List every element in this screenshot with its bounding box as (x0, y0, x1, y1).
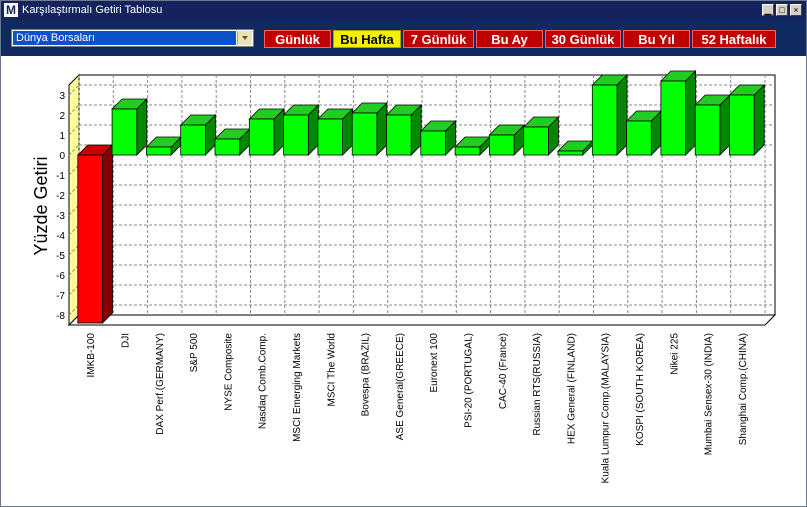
bar-16 (625, 110, 663, 156)
period-this-week-button[interactable]: Bu Hafta (333, 30, 401, 48)
x-tick-label: Nikei 225 (669, 333, 680, 375)
maximize-icon[interactable]: □ (776, 4, 788, 16)
bar-side (102, 144, 113, 324)
x-tick-label: KOSPI (SOUTH KOREA) (635, 333, 646, 446)
app-window: M Karşılaştırmalı Getiri Tablosu ▁ □ × D… (0, 0, 807, 507)
bar-13 (522, 116, 560, 156)
chart-floor (67, 314, 777, 326)
period-7-day-button[interactable]: 7 Günlük (403, 30, 474, 48)
bar-side (616, 74, 628, 156)
y-tick-label: 0 (59, 151, 65, 162)
bar-front (283, 114, 309, 156)
y-tick-label: 1 (59, 131, 65, 142)
period-this-year-button[interactable]: Bu Yıl (623, 30, 690, 48)
bar-17 (659, 70, 697, 156)
bar-front (454, 146, 481, 156)
bar-front (214, 138, 241, 156)
x-tick-label: Russian RTS(RUSSIA) (532, 333, 543, 436)
x-tick-label: IMKB-100 (86, 333, 97, 378)
window-controls: ▁ □ × (762, 4, 802, 16)
bar-18 (694, 94, 731, 156)
y-tick-label: -3 (56, 211, 65, 222)
bar-15 (591, 74, 628, 156)
y-tick-label: -5 (56, 251, 65, 262)
x-tick-label: Mumbai Sensex-30 (INDIA) (704, 333, 715, 455)
market-select-value: Dünya Borsaları (13, 31, 236, 45)
y-tick-label: 3 (59, 91, 65, 102)
bar-front (111, 108, 138, 156)
bar-front (626, 120, 652, 156)
period-tabs: Günlük Bu Hafta 7 Günlük Bu Ay 30 Günlük… (264, 30, 776, 48)
x-tick-label: DAX Perf.(GERMANY) (155, 333, 166, 435)
close-icon[interactable]: × (790, 4, 802, 16)
title-bar: M Karşılaştırmalı Getiri Tablosu ▁ □ × (1, 1, 806, 20)
x-tick-label: CAC-40 (France) (498, 333, 509, 409)
bar-front (386, 114, 412, 156)
bar-6 (282, 104, 320, 156)
x-tick-label: MSCI The World (326, 333, 337, 407)
bar-front (420, 130, 446, 156)
bar-front (489, 134, 515, 156)
bar-9 (385, 104, 423, 156)
bar-front (146, 146, 172, 156)
bar-front (694, 104, 721, 156)
window-title: Karşılaştırmalı Getiri Tablosu (22, 4, 163, 16)
toolbar: Dünya Borsaları Günlük Bu Hafta 7 Günlük… (1, 20, 806, 56)
bar-0 (76, 144, 114, 324)
dropdown-arrow-icon[interactable] (237, 31, 252, 45)
x-tick-label: Kuala Lumpur Comp.(MALAYSIA) (601, 333, 612, 483)
x-tick-label: NYSE Composite (223, 333, 234, 411)
x-tick-label: MSCI Emerging Markets (292, 333, 303, 442)
x-tick-label: HEX General (FINLAND) (566, 333, 577, 444)
y-tick-label: -2 (56, 191, 65, 202)
bar-19 (728, 84, 766, 156)
bar-7 (316, 108, 354, 156)
y-tick-label: -8 (56, 311, 65, 322)
bar-8 (351, 102, 388, 156)
bar-front (729, 94, 755, 156)
y-tick-label: -6 (56, 271, 65, 282)
minimize-icon[interactable]: ▁ (762, 4, 774, 16)
x-tick-label: DJI (120, 333, 131, 348)
bar-front (557, 150, 584, 156)
period-this-month-button[interactable]: Bu Ay (476, 30, 543, 48)
x-tick-label: ASE General(GREECE) (395, 333, 406, 440)
bar-front (523, 126, 549, 156)
bar-12 (488, 124, 526, 156)
bar-5 (248, 108, 285, 156)
bar-1 (111, 98, 148, 156)
bar-side (753, 84, 765, 156)
y-tick-label: -4 (56, 231, 65, 242)
x-tick-label: Bovespa (BRAZIL) (361, 333, 372, 416)
chart-area: 3 2 1 0 -1 -2 -3 -4 -5 -6 -7 -8 IMKB-100 DJI DAX Perf… (1, 56, 806, 506)
period-daily-button[interactable]: Günlük (264, 30, 331, 48)
market-select[interactable]: Dünya Borsaları (11, 29, 254, 47)
bar-front (591, 84, 618, 156)
x-tick-label: Shanghai Comp.(CHINA) (738, 333, 749, 445)
bar-10 (419, 120, 457, 156)
bar-3 (179, 114, 217, 156)
bar-front (660, 80, 686, 156)
y-tick-label: -1 (56, 171, 65, 182)
app-logo-icon: M (4, 3, 18, 17)
bar-front (180, 124, 206, 156)
period-52-week-button[interactable]: 52 Haftalık (692, 30, 776, 48)
return-chart: 3 2 1 0 -1 -2 -3 -4 -5 -6 -7 -8 IMKB-100 DJI DAX Perf… (31, 70, 777, 483)
period-30-day-button[interactable]: 30 Günlük (545, 30, 621, 48)
bar-front (351, 112, 378, 156)
x-tick-label: Nasdaq Comb.Comp. (258, 333, 269, 429)
y-tick-label: 2 (59, 111, 65, 122)
x-tick-label: PSI-20 (PORTUGAL) (463, 333, 474, 428)
bar-front (317, 118, 343, 156)
y-tick-label: -7 (56, 291, 65, 302)
x-tick-label: S&P 500 (189, 333, 200, 373)
y-axis-label: Yüzde Getiri (31, 156, 51, 255)
bar-side (685, 70, 696, 156)
x-tick-label: Euronext 100 (429, 333, 440, 393)
bar-front (77, 154, 103, 324)
bar-front (248, 118, 275, 156)
